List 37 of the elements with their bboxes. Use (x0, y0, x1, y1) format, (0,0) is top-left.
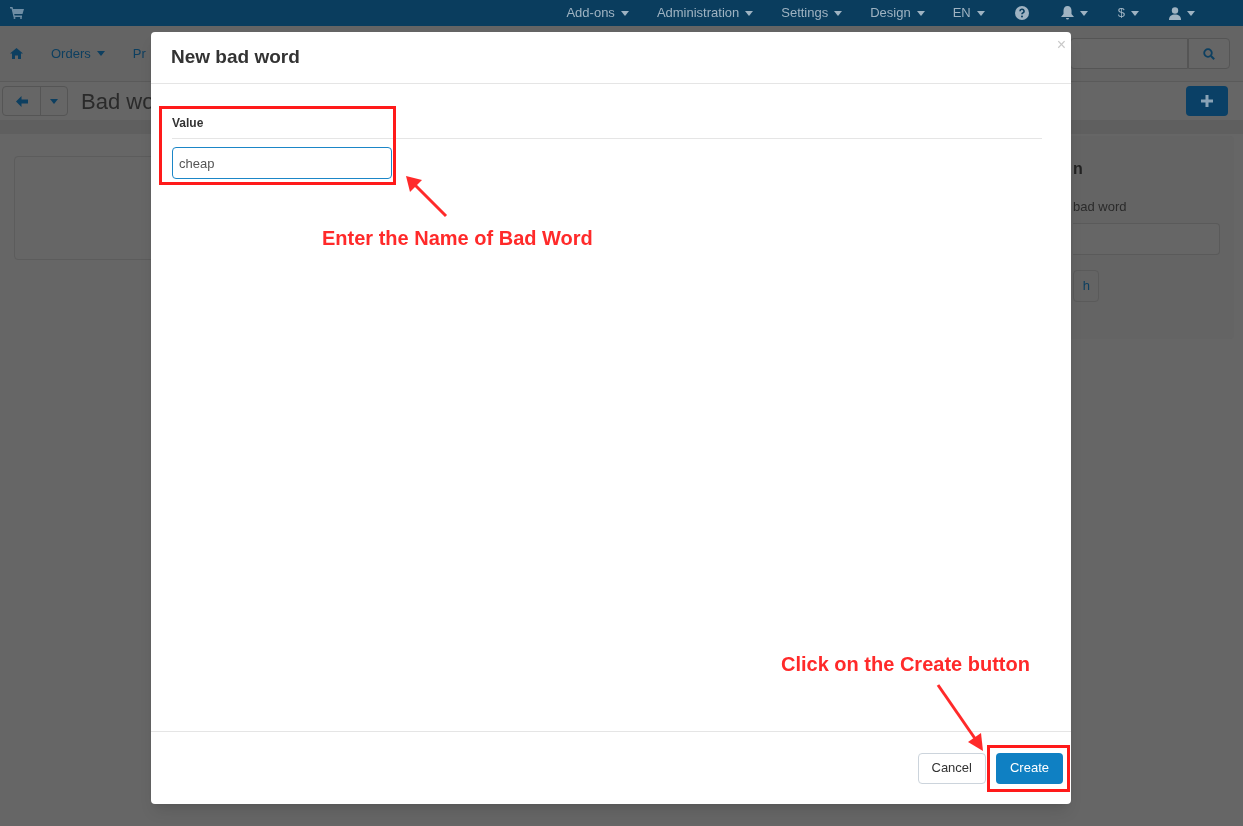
annotation-text: Click on the Create button (781, 652, 1030, 677)
sidebar-heading: n (1073, 159, 1083, 179)
menu-item[interactable]: EN (938, 3, 999, 23)
caret-icon (834, 10, 843, 16)
search-field[interactable] (1070, 38, 1188, 69)
menu-item[interactable]: Design (856, 3, 939, 23)
caret-icon (1187, 10, 1195, 16)
create-button[interactable]: Create (995, 752, 1063, 784)
field-label: Value (172, 116, 204, 130)
caret-icon (1079, 10, 1088, 16)
cancel-button[interactable]: Cancel (917, 752, 986, 784)
caret-icon (916, 10, 925, 16)
caret-icon (50, 98, 58, 104)
plus-icon (1201, 95, 1213, 107)
home-icon[interactable] (10, 48, 23, 59)
caret-icon (976, 10, 985, 16)
value-field[interactable]: cheap (172, 147, 392, 179)
caret-icon (96, 51, 105, 56)
menu-item[interactable]: $ (1103, 3, 1153, 23)
arrow-icon (936, 683, 986, 752)
annotation-text: Enter the Name of Bad Word (322, 226, 593, 251)
add-button[interactable] (1186, 86, 1228, 116)
bell-icon (1060, 6, 1074, 20)
caret-icon (620, 10, 629, 16)
user-icon (1169, 6, 1181, 20)
menu-item[interactable]: Add-ons (552, 3, 643, 23)
arrow-icon (404, 176, 448, 218)
search-icon (1203, 47, 1215, 60)
search-button[interactable] (1188, 38, 1230, 69)
modal-title: New bad word (171, 45, 300, 70)
caret-icon (1131, 10, 1139, 16)
menu-item[interactable]: Settings (767, 3, 857, 23)
menu-item[interactable]: Administration (642, 3, 768, 23)
field-label: bad word (1073, 198, 1127, 216)
cart-icon[interactable] (10, 7, 24, 19)
caret-icon (745, 10, 754, 16)
arrow-left-icon (15, 95, 28, 107)
